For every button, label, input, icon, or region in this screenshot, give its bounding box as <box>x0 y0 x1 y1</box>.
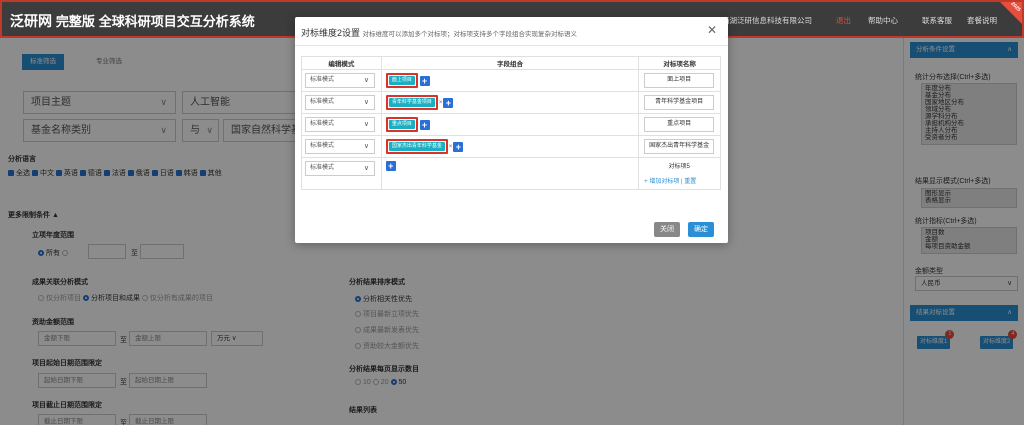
field-combination: 国家杰出青年科学基金 × + <box>385 139 464 154</box>
nav-contact[interactable]: 联系客服 <box>922 15 952 26</box>
edit-mode-select[interactable]: 标准模式 ∨ <box>305 139 375 154</box>
table-row: 标准模式 ∨ 国家杰出青年科学基金 × + 国家杰出青年科学基金 <box>301 135 721 158</box>
app-title: 泛研网 完整版 全球科研项目交互分析系统 <box>10 13 255 29</box>
field-combination: + <box>385 161 396 176</box>
field-combination: 青年科学基金项目 × + <box>385 95 454 110</box>
row-actions: + 增加对标项 | 重置 <box>644 179 697 185</box>
reset-link[interactable]: 重置 <box>684 179 696 185</box>
highlight-box: 面上项目 <box>385 73 418 88</box>
add-target-link[interactable]: + 增加对标项 <box>644 179 679 185</box>
target-name-input[interactable]: 面上项目 <box>644 73 715 88</box>
table-row: 标准模式 ∨ 面上项目 + 面上项目 <box>301 69 721 92</box>
close-icon[interactable]: ✕ <box>707 23 717 37</box>
edit-mode-select[interactable]: 标准模式 ∨ <box>305 95 375 110</box>
add-field-button[interactable]: + <box>443 97 454 108</box>
field-tag[interactable]: 面上项目 <box>388 76 415 85</box>
target-name-input[interactable]: 国家杰出青年科学基金 <box>644 139 715 154</box>
remove-tag-icon[interactable]: × <box>439 100 443 106</box>
add-field-button[interactable]: + <box>453 141 464 152</box>
edit-mode-select[interactable]: 标准模式 ∨ <box>305 117 375 132</box>
table-row: 标准模式 ∨ 青年科学基金项目 × + 青年科学基金项目 <box>301 91 721 114</box>
target-name-input[interactable]: 青年科学基金项目 <box>644 95 715 110</box>
chevron-down-icon: ∨ <box>363 165 369 172</box>
confirm-button[interactable]: 确定 <box>688 222 714 237</box>
close-button[interactable]: 关闭 <box>654 222 680 237</box>
table-row: 标准模式 ∨ + 对标项5 + 增加对标项 | 重置 <box>301 157 721 190</box>
nav-plans[interactable]: 套餐说明 <box>967 15 997 26</box>
field-tag[interactable]: 国家杰出青年科学基金 <box>388 142 445 151</box>
table-row: 标准模式 ∨ 重点项目 + 重点项目 <box>301 113 721 136</box>
field-tag[interactable]: 重点项目 <box>388 120 415 129</box>
target-name-input[interactable]: 对标项5 <box>644 161 714 176</box>
column-header: 编辑模式 <box>301 56 382 70</box>
chevron-down-icon: ∨ <box>363 99 369 106</box>
chevron-down-icon: ∨ <box>363 77 369 84</box>
company-name: 西湖泛研信息科技有限公司 <box>722 16 812 25</box>
edit-mode-select[interactable]: 标准模式 ∨ <box>305 73 375 88</box>
field-tag[interactable]: 青年科学基金项目 <box>388 98 435 107</box>
add-field-button[interactable]: + <box>419 75 430 86</box>
divider <box>295 45 728 46</box>
target-name-input[interactable]: 重点项目 <box>644 117 715 132</box>
field-combination: 面上项目 + <box>385 73 430 88</box>
chevron-down-icon: ∨ <box>363 143 369 150</box>
highlight-box: 青年科学基金项目 <box>385 95 438 110</box>
add-field-button[interactable]: + <box>419 119 430 130</box>
column-header: 字段组合 <box>380 56 640 70</box>
target-dimension-modal: 对标维度2设置 对标维度可以添加多个对标项；对标项支持多个字段组合实现复杂对标语… <box>295 17 728 243</box>
modal-description: 对标维度可以添加多个对标项；对标项支持多个字段组合实现复杂对标语义 <box>362 31 578 38</box>
add-field-button[interactable]: + <box>385 161 396 171</box>
logout-link[interactable]: 退出 <box>836 15 851 26</box>
highlight-box: 国家杰出青年科学基金 <box>385 139 448 154</box>
remove-tag-icon[interactable]: × <box>449 144 453 150</box>
field-combination: 重点项目 + <box>385 117 430 132</box>
column-header: 对标项名称 <box>638 56 721 70</box>
nav-help[interactable]: 帮助中心 <box>868 15 898 26</box>
chevron-down-icon: ∨ <box>363 121 369 128</box>
target-items-table: 编辑模式 字段组合 对标项名称 标准模式 ∨ 面上项目 + 面上项目 标准模式 ∨ … <box>301 56 721 190</box>
edit-mode-select[interactable]: 标准模式 ∨ <box>305 161 375 176</box>
highlight-box: 重点项目 <box>385 117 418 132</box>
modal-title: 对标维度2设置 对标维度可以添加多个对标项；对标项支持多个字段组合实现复杂对标语… <box>301 28 578 38</box>
